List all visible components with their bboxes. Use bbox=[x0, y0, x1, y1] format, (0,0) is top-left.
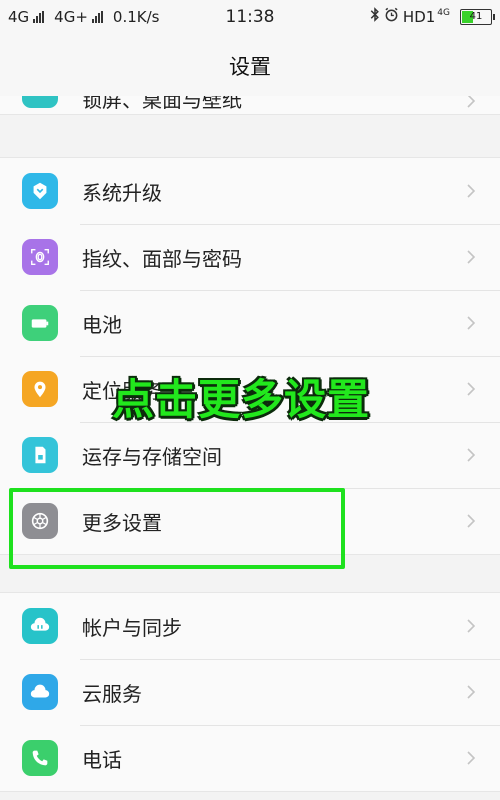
list-item-wallpaper[interactable]: 锁屏、桌面与壁纸 bbox=[0, 96, 500, 115]
list-item-label: 云服务 bbox=[82, 681, 142, 706]
battery-icon: 41 bbox=[460, 8, 495, 25]
list-item-label: 电池 bbox=[82, 312, 122, 337]
battery-level: 41 bbox=[469, 11, 483, 22]
list-item-account-sync[interactable]: 帐户与同步 bbox=[0, 593, 500, 659]
list-item-battery[interactable]: 电池 bbox=[0, 290, 500, 356]
list-item-label: 电话 bbox=[82, 747, 122, 772]
status-right: HD1 4G 41 bbox=[370, 7, 495, 26]
list-item-label: 运存与存储空间 bbox=[82, 444, 222, 469]
hd-indicator: HD1 bbox=[402, 7, 436, 26]
list-item-label: 系统升级 bbox=[82, 180, 162, 205]
annotation-text: 点击更多设置 bbox=[112, 375, 371, 424]
chevron-right-icon bbox=[464, 248, 478, 266]
list-item-system-update[interactable]: 系统升级 bbox=[0, 158, 500, 224]
phone-icon bbox=[22, 740, 58, 776]
list-item-cloud[interactable]: 云服务 bbox=[0, 659, 500, 725]
chevron-right-icon bbox=[464, 314, 478, 332]
highlight-box bbox=[9, 488, 345, 569]
list-item-label: 锁屏、桌面与壁纸 bbox=[82, 96, 242, 112]
chevron-right-icon bbox=[464, 96, 478, 110]
chevron-right-icon bbox=[464, 380, 478, 398]
fingerprint-icon bbox=[22, 239, 58, 275]
chevron-right-icon bbox=[464, 749, 478, 767]
chevron-right-icon bbox=[464, 617, 478, 635]
list-item-phone[interactable]: 电话 bbox=[0, 725, 500, 791]
status-bar: 4G 4G+ 0.1K/s 11:38 HD1 4G 41 bbox=[0, 0, 500, 36]
chevron-right-icon bbox=[464, 182, 478, 200]
network-type-small: 4G bbox=[437, 8, 450, 18]
page-title: 设置 bbox=[229, 55, 271, 79]
list-item-label: 指纹、面部与密码 bbox=[82, 246, 242, 271]
wallpaper-icon bbox=[22, 96, 58, 108]
system-update-icon bbox=[22, 173, 58, 209]
chevron-right-icon bbox=[464, 446, 478, 464]
settings-group-2: 帐户与同步 云服务 电话 bbox=[0, 592, 500, 792]
chevron-right-icon bbox=[464, 683, 478, 701]
list-item-fingerprint[interactable]: 指纹、面部与密码 bbox=[0, 224, 500, 290]
account-sync-icon bbox=[22, 608, 58, 644]
location-icon bbox=[22, 371, 58, 407]
list-item-storage[interactable]: 运存与存储空间 bbox=[0, 422, 500, 488]
chevron-right-icon bbox=[464, 512, 478, 530]
bluetooth-icon bbox=[370, 7, 380, 26]
header: 设置 bbox=[0, 36, 500, 97]
cloud-icon bbox=[22, 674, 58, 710]
battery-icon bbox=[22, 305, 58, 341]
list-item-label: 帐户与同步 bbox=[82, 615, 182, 640]
storage-icon bbox=[22, 437, 58, 473]
alarm-icon bbox=[384, 7, 399, 26]
